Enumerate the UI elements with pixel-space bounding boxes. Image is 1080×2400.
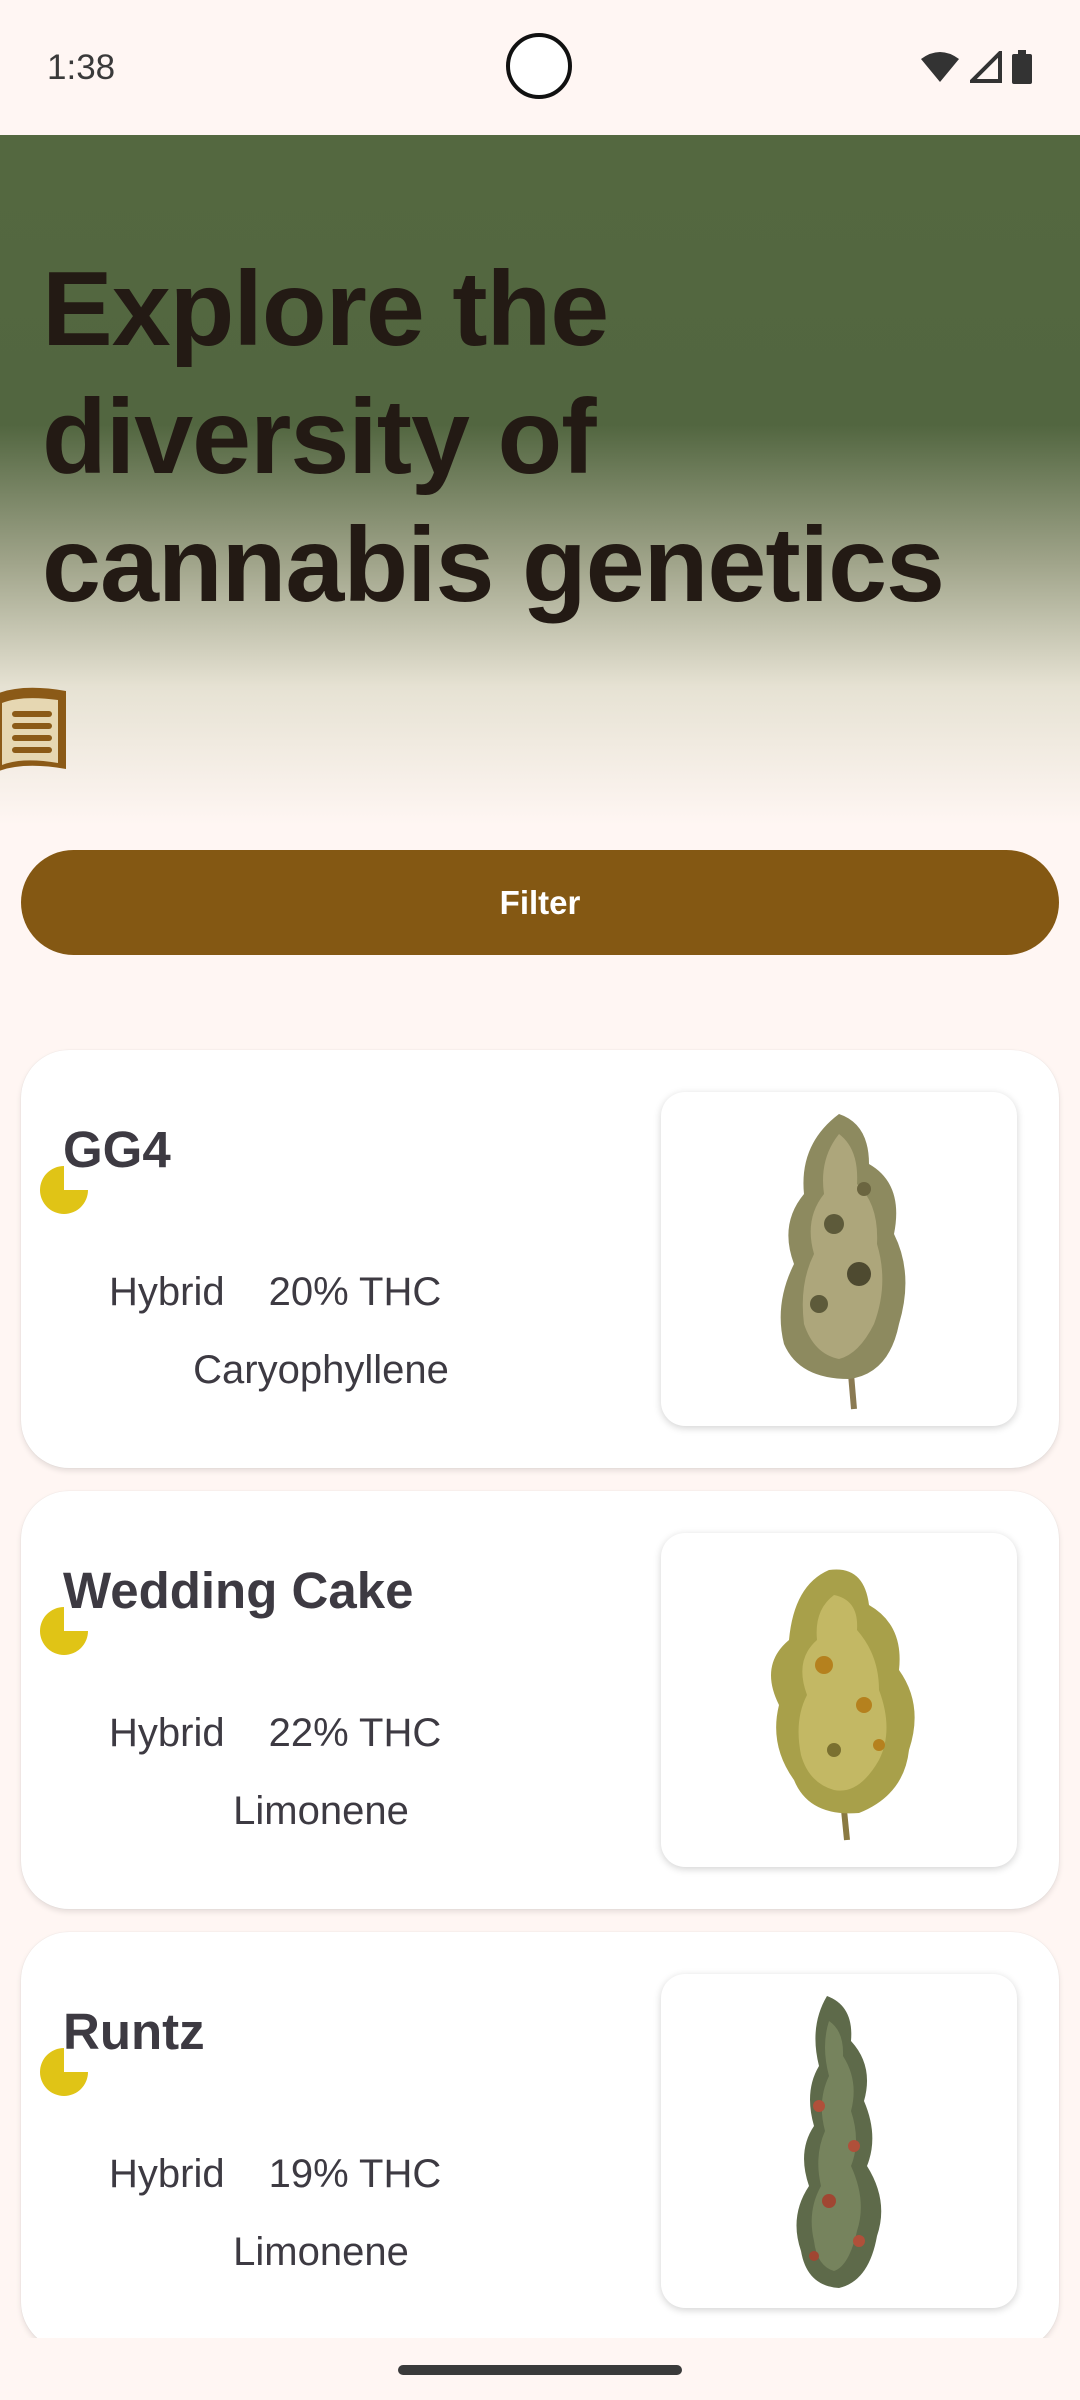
- strain-image: [661, 1092, 1017, 1426]
- strain-image: [661, 1974, 1017, 2308]
- battery-icon: [1012, 50, 1032, 84]
- strain-thc: 22% THC: [268, 1711, 442, 1755]
- strain-name: GG4: [63, 1121, 171, 1178]
- strain-terpene: Caryophyllene: [193, 1348, 449, 1392]
- hero-banner: Explore the diversity of cannabis geneti…: [0, 135, 1080, 825]
- filter-button[interactable]: Filter: [21, 850, 1059, 955]
- status-time: 1:38: [47, 48, 116, 87]
- strain-name: Wedding Cake: [63, 1562, 414, 1619]
- strain-info: Hybrid 22% THC: [109, 1711, 441, 1756]
- strain-name: Runtz: [63, 2003, 205, 2060]
- strain-terpene: Limonene: [233, 2230, 409, 2274]
- strain-thc: 19% THC: [268, 2152, 442, 2196]
- strain-image: [661, 1533, 1017, 1867]
- strain-type: Hybrid: [109, 2152, 225, 2196]
- strain-thc: 20% THC: [268, 1270, 442, 1314]
- book-icon[interactable]: [0, 685, 72, 777]
- wifi-icon: [921, 52, 959, 82]
- strain-card[interactable]: Wedding Cake Hybrid 22% THC Limonene: [21, 1491, 1059, 1909]
- strain-terpene: Limonene: [233, 1789, 409, 1833]
- status-bar: 1:38: [0, 0, 1080, 135]
- bud-photo-wedding-cake: [771, 1569, 915, 1841]
- bud-photo-gg4: [780, 1114, 906, 1410]
- strain-type: Hybrid: [109, 1711, 225, 1755]
- strain-card[interactable]: Runtz Hybrid 19% THC Limonene: [21, 1932, 1059, 2350]
- bud-photo-runtz: [796, 1996, 882, 2288]
- strain-info: Hybrid 20% THC: [109, 1270, 441, 1315]
- hero-title: Explore the diversity of cannabis geneti…: [42, 250, 945, 624]
- home-indicator[interactable]: [398, 2365, 682, 2375]
- strain-type: Hybrid: [109, 1270, 225, 1314]
- strain-info: Hybrid 19% THC: [109, 2152, 441, 2197]
- strain-card[interactable]: GG4 Hybrid 20% THC Caryophyllene: [21, 1050, 1059, 1468]
- status-icons: [920, 50, 1032, 84]
- signal-icon: [970, 51, 1002, 83]
- camera-cutout: [506, 33, 572, 99]
